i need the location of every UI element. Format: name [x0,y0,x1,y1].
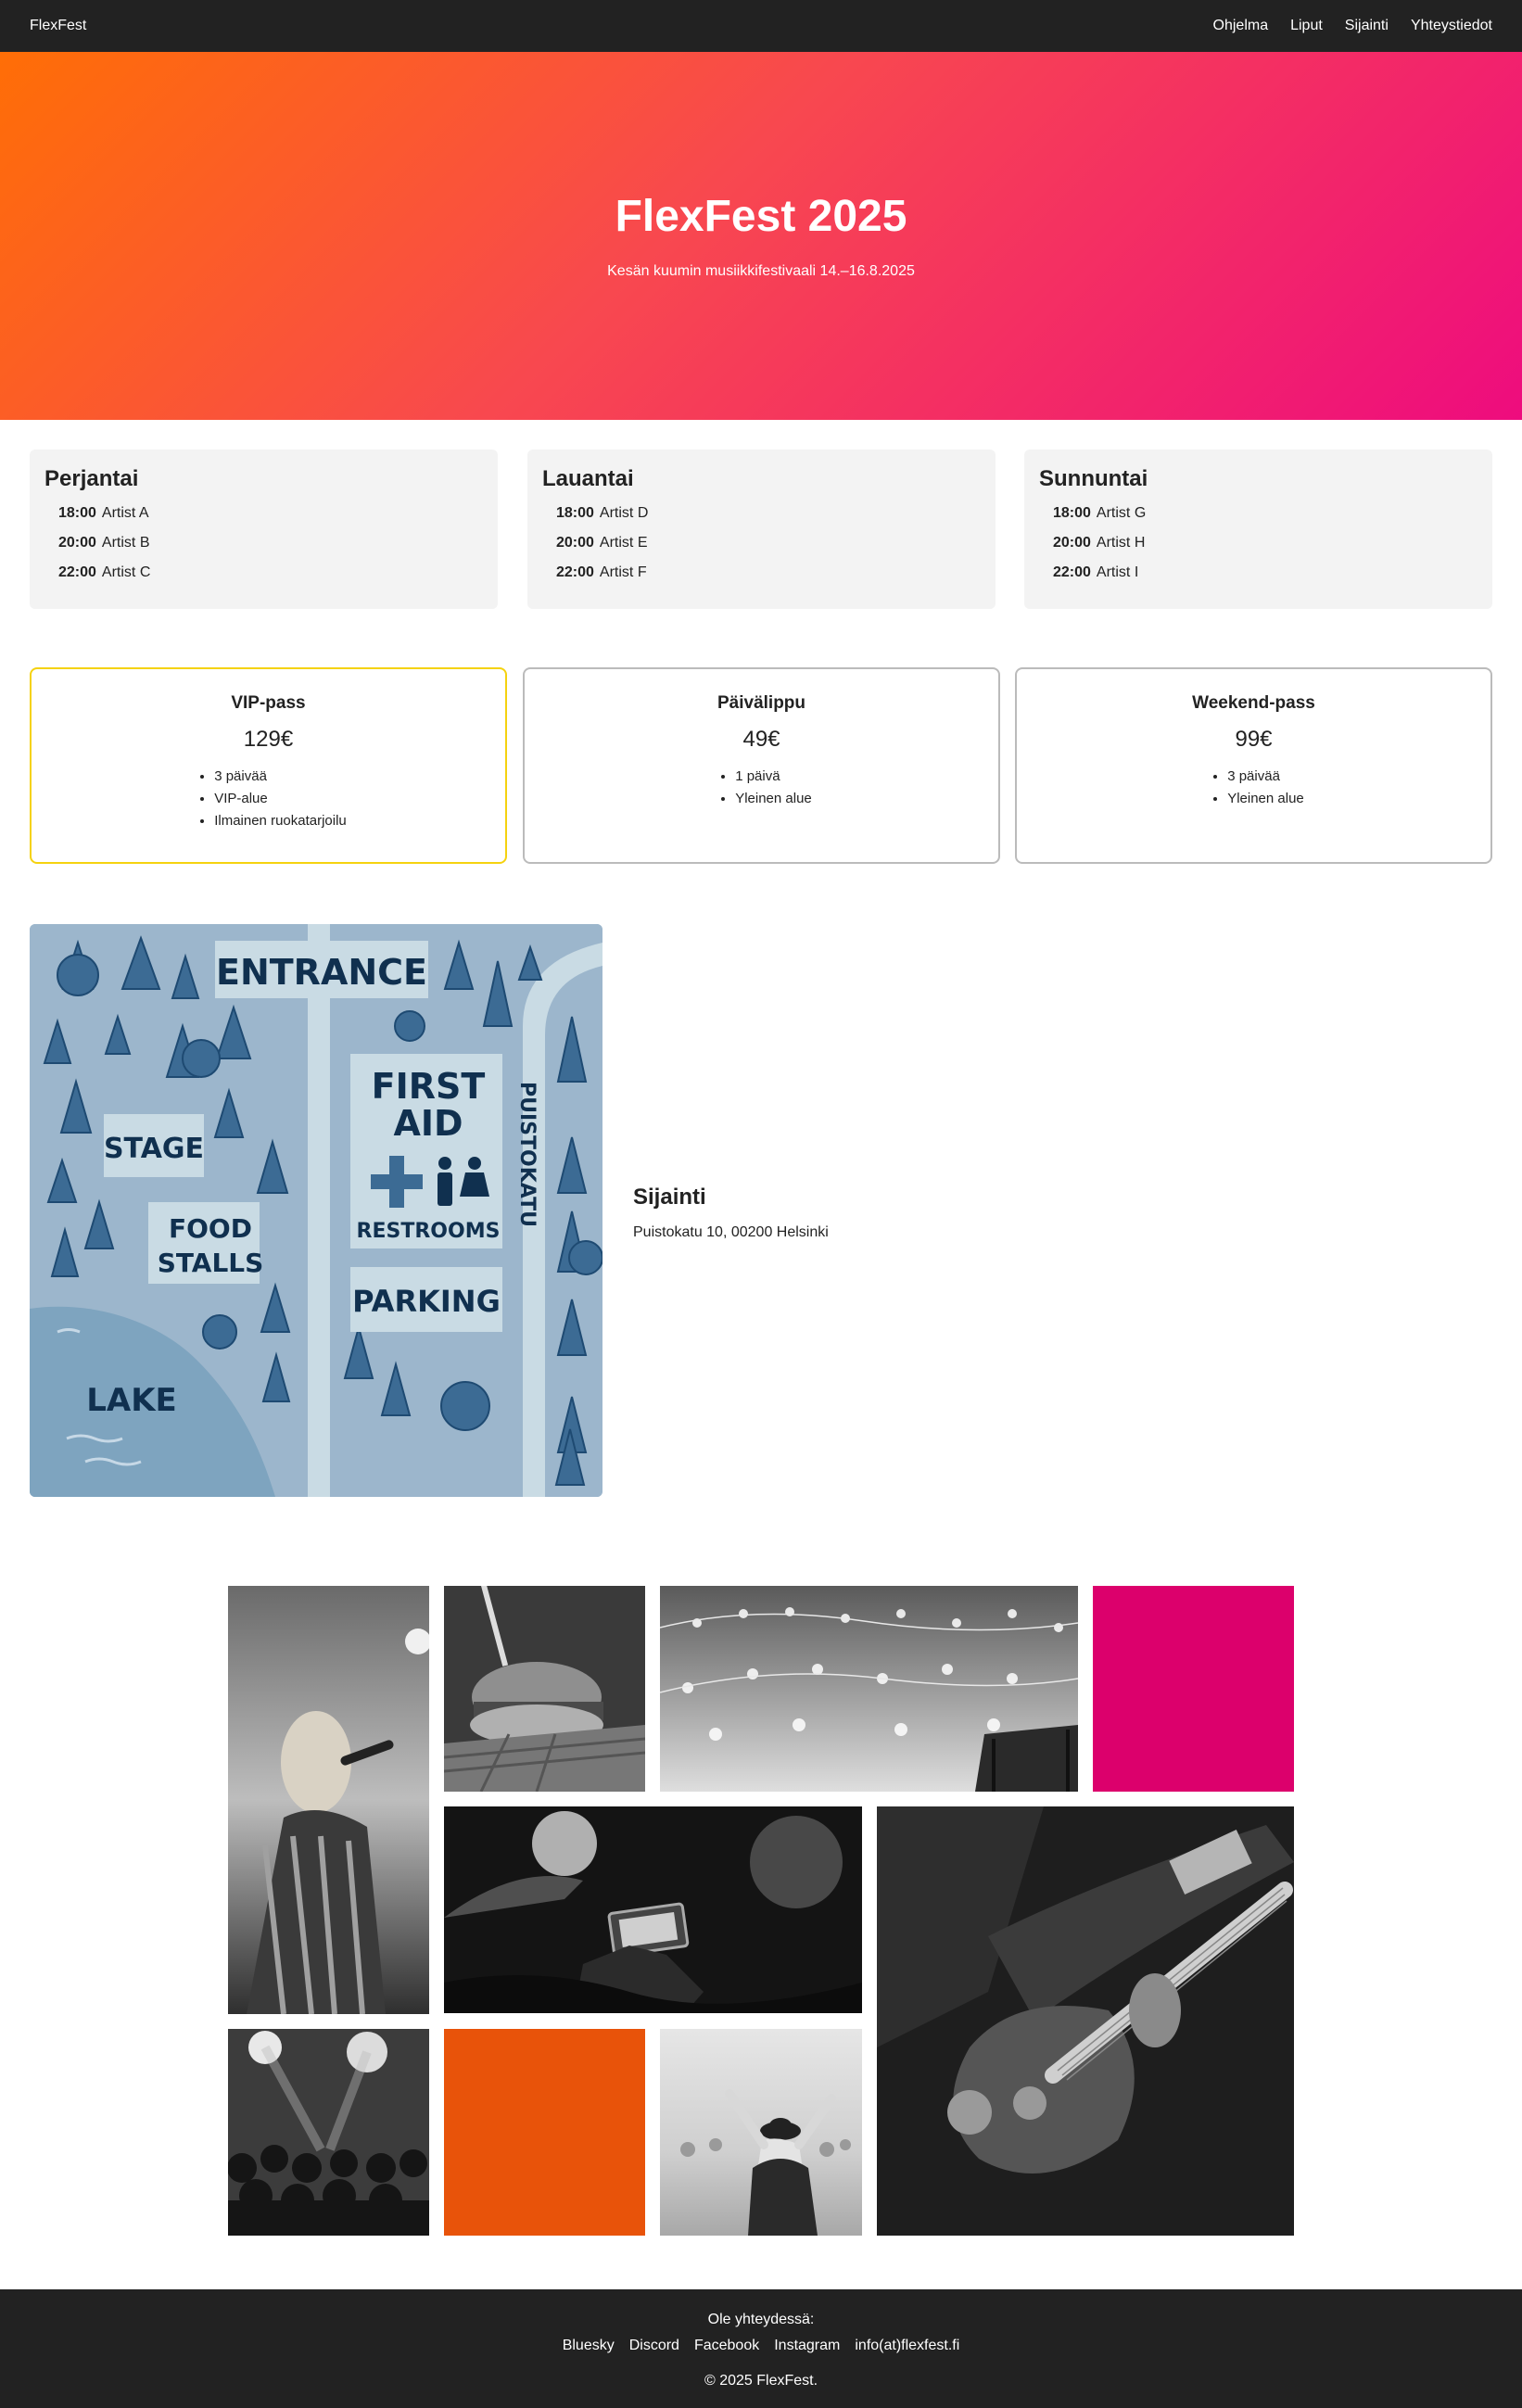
footer-link-facebook[interactable]: Facebook [694,2338,759,2354]
feature-item: VIP-alue [214,788,347,810]
feature-item: 1 päivä [735,766,812,788]
schedule-item: 20:00 Artist H [1053,535,1478,564]
brand-logo-text[interactable]: FlexFest [30,18,86,34]
feature-item: 3 päivää [214,766,347,788]
gallery-photo-guitarist[interactable] [877,1806,1294,2236]
schedule-item: 18:00 Artist G [1053,505,1478,535]
slot-artist: Artist D [599,505,649,521]
day-card-saturday: Lauantai 18:00 Artist D 20:00 Artist E 22:… [527,450,996,609]
slot-time: 22:00 [556,564,594,580]
site-footer: Ole yhteydessä: Bluesky Discord Facebook… [0,2289,1522,2408]
festival-map-illustration: ENTRANCE STAGE FOOD STALLS FIRST AID RES… [30,924,602,1497]
map-label-street: PUISTOKATU [515,1082,539,1227]
ticket-features: 3 päivää VIP-alue Ilmainen ruokatarjoilu [190,766,347,832]
feature-item: Yleinen alue [1227,788,1304,810]
slot-time: 20:00 [556,535,594,551]
location-address: Puistokatu 10, 00200 Helsinki [633,1224,829,1240]
map-label-stage: STAGE [104,1133,204,1165]
footer-link-discord[interactable]: Discord [629,2338,679,2354]
footer-contact-heading: Ole yhteydessä: [707,2312,815,2327]
slot-artist: Artist B [101,535,150,551]
nav-link-program[interactable]: Ohjelma [1213,18,1269,34]
schedule-item: 20:00 Artist E [556,535,981,564]
day-title: Lauantai [542,466,634,491]
gallery-photo-crowd[interactable] [228,2029,429,2236]
map-label-entrance: ENTRANCE [216,952,427,993]
ticket-card-day[interactable]: Päivälippu 49€ 1 päivä Yleinen alue [523,667,1000,864]
schedule-item: 22:00 Artist C [58,564,483,594]
slot-artist: Artist H [1096,535,1146,551]
day-title: Sunnuntai [1039,466,1148,491]
ticket-card-vip[interactable]: VIP-pass 129€ 3 päivää VIP-alue Ilmainen… [30,667,507,864]
ticket-price: 49€ [742,727,780,752]
nav-links: Ohjelma Liput Sijainti Yhteystiedot [1213,18,1492,34]
ticket-price: 99€ [1235,727,1273,752]
schedule-item: 20:00 Artist B [58,535,483,564]
map-label-food: FOOD [169,1213,252,1244]
ticket-name: Päivälippu [717,693,806,713]
schedule-list: 18:00 Artist G 20:00 Artist H 22:00 Artist … [1039,505,1478,594]
slot-artist: Artist G [1096,505,1147,521]
location-title: Sijainti [633,1185,706,1210]
footer-link-email[interactable]: info(at)flexfest.fi [855,2338,959,2354]
feature-item: Yleinen alue [735,788,812,810]
festival-map: ENTRANCE STAGE FOOD STALLS FIRST AID RES… [30,924,602,1497]
map-label-restrooms: RESTROOMS [357,1220,501,1243]
ticket-price: 129€ [243,727,294,752]
schedule-item: 18:00 Artist A [58,505,483,535]
gallery-photo-festival-goer[interactable] [660,2029,862,2236]
slot-time: 18:00 [58,505,96,521]
day-card-sunday: Sunnuntai 18:00 Artist G 20:00 Artist H 22… [1024,450,1492,609]
gallery-tile-orange [444,2029,645,2236]
slot-time: 18:00 [556,505,594,521]
slot-artist: Artist C [101,564,151,580]
slot-time: 22:00 [58,564,96,580]
schedule-list: 18:00 Artist A 20:00 Artist B 22:00 Artist … [44,505,483,594]
slot-time: 20:00 [58,535,96,551]
gallery-photo-phone-concert[interactable] [444,1806,862,2013]
schedule-item: 22:00 Artist F [556,564,981,594]
ticket-features: 3 päivää Yleinen alue [1203,766,1304,810]
ticket-features: 1 päivä Yleinen alue [711,766,812,810]
footer-link-bluesky[interactable]: Bluesky [563,2338,615,2354]
gallery-photo-singer[interactable] [228,1586,429,2014]
top-navigation: FlexFest Ohjelma Liput Sijainti Yhteysti… [0,0,1522,52]
schedule-list: 18:00 Artist D 20:00 Artist E 22:00 Artist … [542,505,981,594]
slot-artist: Artist E [599,535,648,551]
map-label-lake: LAKE [86,1382,177,1419]
slot-artist: Artist I [1096,564,1139,580]
day-card-friday: Perjantai 18:00 Artist A 20:00 Artist B 22… [30,450,498,609]
slot-time: 18:00 [1053,505,1091,521]
footer-links: Bluesky Discord Facebook Instagram info(… [0,2338,1522,2354]
map-label-aid: AID [393,1103,463,1144]
map-label-parking: PARKING [352,1284,501,1319]
day-title: Perjantai [44,466,139,491]
schedule-item: 18:00 Artist D [556,505,981,535]
nav-link-tickets[interactable]: Liput [1290,18,1323,34]
gallery-photo-burger[interactable] [444,1586,645,1792]
map-label-stalls: STALLS [158,1248,264,1278]
nav-link-contact[interactable]: Yhteystiedot [1411,18,1492,34]
feature-item: 3 päivää [1227,766,1304,788]
footer-link-instagram[interactable]: Instagram [774,2338,840,2354]
map-label-first: FIRST [372,1066,486,1107]
schedule-item: 22:00 Artist I [1053,564,1478,594]
ticket-card-weekend[interactable]: Weekend-pass 99€ 3 päivää Yleinen alue [1015,667,1492,864]
slot-time: 22:00 [1053,564,1091,580]
hero-subtitle: Kesän kuumin musiikkifestivaali 14.–16.8… [607,263,915,279]
footer-copyright: © 2025 FlexFest. [704,2373,818,2389]
ticket-name: Weekend-pass [1192,693,1315,713]
slot-time: 20:00 [1053,535,1091,551]
nav-link-location[interactable]: Sijainti [1345,18,1389,34]
gallery-tile-pink [1093,1586,1294,1792]
hero-title: FlexFest 2025 [615,192,907,241]
gallery-photo-lights[interactable] [660,1586,1078,1792]
slot-artist: Artist F [599,564,647,580]
ticket-name: VIP-pass [231,693,306,713]
feature-item: Ilmainen ruokatarjoilu [214,810,347,832]
hero-banner: FlexFest 2025 Kesän kuumin musiikkifesti… [0,52,1522,420]
slot-artist: Artist A [101,505,149,521]
